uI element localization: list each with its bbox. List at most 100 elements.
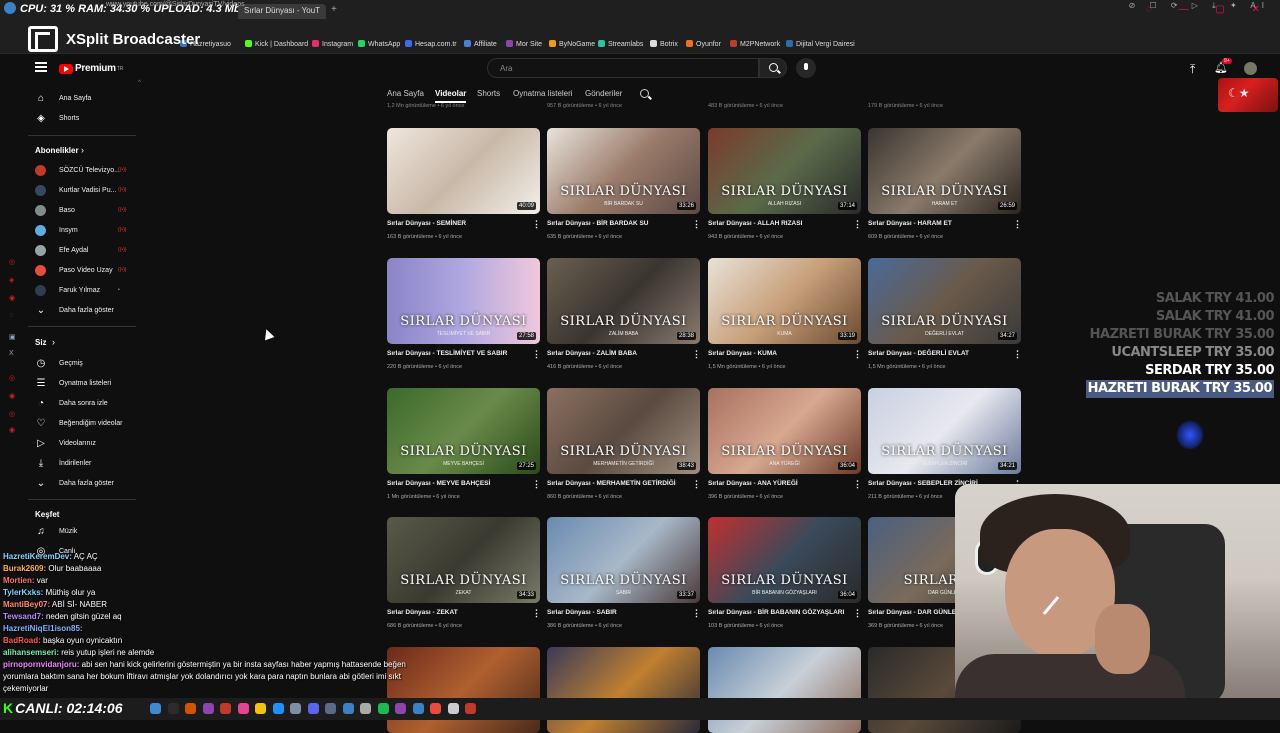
video-thumbnail[interactable]: SIRLAR DÜNYASI SABIR 33:37 [547,517,700,603]
video-thumbnail[interactable]: SIRLAR DÜNYASI BİR BARDAK SU 33:26 [547,128,700,214]
extension-icon[interactable]: ◎ [9,258,15,266]
sidebar-item[interactable]: Kurtlar Vadisi Pu... [35,183,116,197]
extension-icon[interactable]: ◉ [9,426,15,434]
taskbar-app-icon[interactable] [430,703,441,714]
bookmark-item[interactable]: Botrix [650,40,678,48]
more-options-icon[interactable]: ⋮ [692,479,701,490]
menu-icon[interactable] [35,62,47,72]
tab-shorts[interactable]: Shorts [477,89,500,98]
video-title[interactable]: Sırlar Dünyası - ANA YÜREĞİ [708,480,798,487]
taskbar-app-icon[interactable] [255,703,266,714]
video-title[interactable]: Sırlar Dünyası - BİR BABANIN GÖZYAŞLARI [708,609,844,616]
video-thumbnail[interactable]: SIRLAR DÜNYASI SEBEPLER ZİNCİRİ 34:21 [868,388,1021,474]
extension-icon[interactable]: ◎ [9,374,15,382]
extension-icon[interactable]: ◈ [9,276,14,284]
more-options-icon[interactable]: ⋮ [532,219,541,230]
sidebar-item[interactable]: ◔ Daha sonra izle [35,396,108,410]
video-thumbnail[interactable]: 40:09 [387,128,540,214]
video-title[interactable]: Sırlar Dünyası - HARAM ET [868,220,952,227]
x-icon[interactable]: X [9,350,14,357]
bookmark-item[interactable]: Dijital Vergi Dairesi [786,40,855,48]
sidebar-item[interactable]: ♡ Beğendiğim videolar [35,416,123,430]
taskbar-app-icon[interactable] [272,703,284,714]
video-thumbnail[interactable]: SIRLAR DÜNYASI TESLİMİYET VE SABIR 27:58 [387,258,540,344]
sidebar-item[interactable]: ☰ Oynatma listeleri [35,376,112,390]
account-avatar[interactable] [1244,62,1257,75]
bookmark-item[interactable]: Mor Site [506,40,542,48]
video-title[interactable]: Sırlar Dünyası - BİR BARDAK SU [547,220,649,227]
bookmark-item[interactable]: Oyunfor [686,40,721,48]
video-thumbnail[interactable]: SIRLAR DÜNYASI BİR BABANIN GÖZYAŞLARI 36:0… [708,517,861,603]
video-title[interactable]: Sırlar Dünyası - ALLAH RIZASI [708,220,802,227]
taskbar-app-icon[interactable] [202,703,214,714]
tab-ana-sayfa[interactable]: Ana Sayfa [387,89,424,98]
taskbar-app-icon[interactable] [325,703,336,714]
video-title[interactable]: Sırlar Dünyası - MEYVE BAHÇESİ [387,480,490,487]
sidebar-item[interactable]: ◈ Shorts [35,111,79,125]
tab-gönderiler[interactable]: Gönderiler [585,89,622,98]
sidebar-item[interactable]: SÖZCÜ Televizyo... [35,163,120,177]
bookmark-item[interactable]: Affiliate [464,40,497,48]
video-thumbnail[interactable] [547,647,700,733]
video-title[interactable]: Sırlar Dünyası - DEĞERLİ EVLAT [868,350,969,357]
taskbar-app-icon[interactable] [167,703,179,714]
bookmark-item[interactable]: Kick | Dashboard [245,40,308,48]
extension-icon[interactable]: ◉ [9,294,15,302]
bookmark-item[interactable]: M2PNetwork [730,40,780,48]
more-options-icon[interactable]: ⋮ [692,608,701,619]
video-title[interactable]: Sırlar Dünyası - KUMA [708,350,777,357]
bookmark-item[interactable]: Streamlabs [598,40,643,48]
more-options-icon[interactable]: ⋮ [532,608,541,619]
twitch-icon[interactable]: ▣ [9,333,16,341]
sidebar-item[interactable]: ⌂ Ana Sayfa [35,91,91,105]
sidebar-item[interactable]: Insym [35,223,78,237]
url-text[interactable]: www.youtube.com/@SirlarDunyasiTV/videos [106,1,245,8]
video-title[interactable]: Sırlar Dünyası - TESLİMİYET VE SABIR [387,350,507,357]
sidebar-item[interactable]: ⌄ Daha fazla göster [35,303,114,317]
video-thumbnail[interactable]: SIRLAR DÜNYASI DEĞERLİ EVLAT 34:27 [868,258,1021,344]
bookmark-item[interactable]: ByNoGame [549,40,595,48]
video-thumbnail[interactable]: SIRLAR DÜNYASI KUMA 33:19 [708,258,861,344]
taskbar-app-icon[interactable] [412,703,424,714]
more-options-icon[interactable]: ⋮ [1013,219,1022,230]
video-title[interactable]: Sırlar Dünyası - MERHAMETİN GETİRDİĞİ [547,480,676,487]
video-thumbnail[interactable] [708,647,861,733]
video-thumbnail[interactable]: SIRLAR DÜNYASI ALLAH RIZASI 37:14 [708,128,861,214]
search-button[interactable] [759,58,787,78]
bookmark-item[interactable]: WhatsApp [358,40,400,48]
channel-search-icon[interactable] [640,89,649,98]
tab-oynatma-listeleri[interactable]: Oynatma listeleri [513,89,573,98]
taskbar-app-icon[interactable] [290,703,301,714]
taskbar-app-icon[interactable] [237,703,249,714]
extension-icon[interactable]: ◎ [9,410,15,418]
sidebar-item[interactable]: ⌄ Daha fazla göster [35,476,114,490]
extension-icon[interactable]: ◉ [9,392,15,400]
sidebar-item[interactable]: Faruk Yılmaz [35,283,100,297]
sidebar-item[interactable]: Paso Video Uzay [35,263,113,277]
more-options-icon[interactable]: ⋮ [532,479,541,490]
sidebar-scroll-up-icon[interactable]: ^ [138,80,141,86]
more-options-icon[interactable]: ⋮ [853,349,862,360]
taskbar-app-icon[interactable] [307,703,319,714]
search-input[interactable]: Ara [487,58,759,78]
more-options-icon[interactable]: ⋮ [853,608,862,619]
voice-search-button[interactable] [796,58,816,78]
sidebar-item[interactable]: Baso [35,203,75,217]
sidebar-item[interactable]: ⤓ İndirilenler [35,456,92,470]
video-thumbnail[interactable]: SIRLAR DÜNYASI HARAM ET 26:59 [868,128,1021,214]
new-tab-button[interactable]: + [331,4,337,15]
more-options-icon[interactable]: ⋮ [1013,349,1022,360]
extension-icon[interactable]: ◌ [9,312,13,319]
video-thumbnail[interactable]: SIRLAR DÜNYASI MERHAMETİN GETİRDİĞİ 38:43 [547,388,700,474]
sidebar-item[interactable]: ♫ Müzik [35,524,77,538]
more-options-icon[interactable]: ⋮ [853,479,862,490]
bookmark-item[interactable]: Instagram [312,40,353,48]
sidebar-item[interactable]: ◷ Geçmiş [35,356,83,370]
taskbar-app-icon[interactable] [360,703,371,714]
taskbar-app-icon[interactable] [377,703,389,714]
more-options-icon[interactable]: ⋮ [692,349,701,360]
you-heading[interactable]: Siz [35,338,47,347]
sidebar-item[interactable]: ▷ Videolarınız [35,436,96,450]
taskbar-app-icon[interactable] [342,703,354,714]
tab-videolar[interactable]: Videolar [435,89,466,98]
